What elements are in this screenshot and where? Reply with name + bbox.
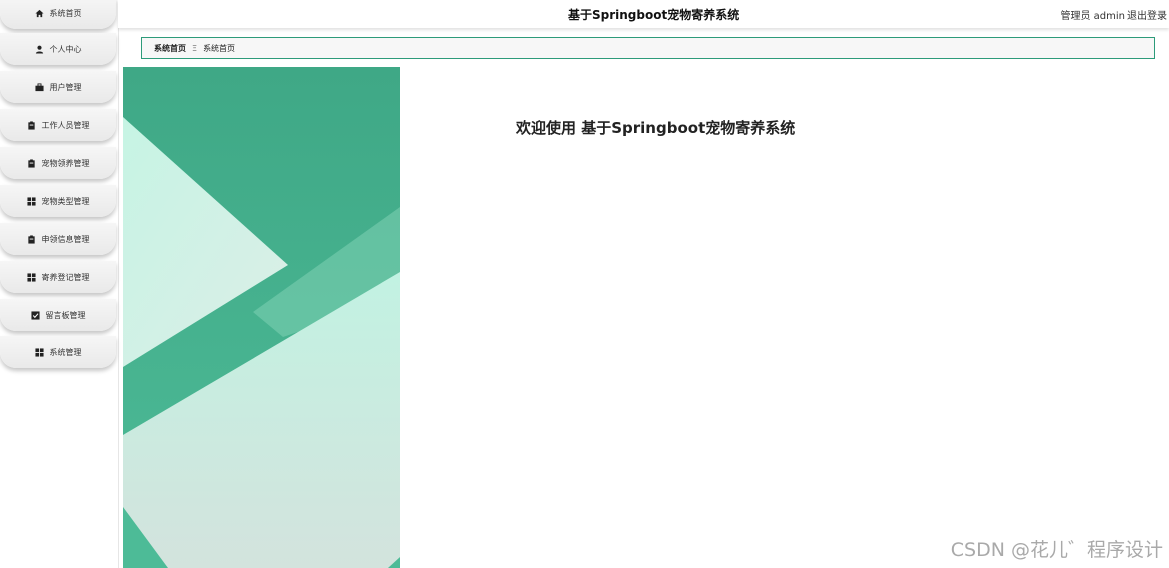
briefcase-icon	[34, 82, 44, 92]
sidebar-item-label: 系统管理	[49, 347, 82, 357]
breadcrumb: 系统首页 Ξ 系统首页	[141, 37, 1155, 59]
logout-link[interactable]: 退出登录	[1127, 7, 1167, 22]
sidebar-item-staff[interactable]: 工作人员管理	[0, 109, 116, 141]
sidebar-item-users[interactable]: 用户管理	[0, 71, 116, 103]
welcome-message: 欢迎使用 基于Springboot宠物寄养系统	[516, 119, 796, 137]
sidebar-item-label: 用户管理	[49, 82, 82, 92]
sidebar-item-messages[interactable]: 留言板管理	[0, 299, 116, 331]
grid-icon	[26, 196, 36, 206]
top-header: 基于Springboot宠物寄养系统 管理员 admin 退出登录	[118, 0, 1169, 28]
clipboard-icon	[27, 234, 36, 244]
sidebar-item-label: 个人中心	[49, 44, 82, 54]
sidebar: 系统首页 个人中心 用户管理 工作人员管理 宠物领养管理 宠物类型管理 申领信息…	[0, 0, 119, 568]
app-title: 基于Springboot宠物寄养系统	[568, 8, 740, 22]
breadcrumb-separator: Ξ	[192, 43, 198, 53]
sidebar-item-pet-type[interactable]: 宠物类型管理	[0, 185, 116, 217]
clipboard-icon	[27, 120, 36, 130]
grid-icon	[34, 347, 44, 357]
clipboard-icon	[27, 158, 36, 168]
sidebar-item-pet-adoption[interactable]: 宠物领养管理	[0, 147, 116, 179]
sidebar-item-label: 申领信息管理	[41, 234, 90, 244]
breadcrumb-current: 系统首页	[203, 43, 236, 53]
checkbox-icon	[30, 310, 40, 320]
sidebar-item-application[interactable]: 申领信息管理	[0, 223, 116, 255]
grid-icon	[26, 272, 36, 282]
sidebar-item-label: 宠物领养管理	[41, 158, 90, 168]
sidebar-item-label: 留言板管理	[45, 310, 86, 320]
current-user: 管理员 admin	[1060, 11, 1125, 22]
home-icon	[34, 9, 44, 18]
sidebar-item-label: 寄养登记管理	[41, 272, 90, 282]
sidebar-item-label: 工作人员管理	[41, 120, 90, 130]
sidebar-item-label: 系统首页	[49, 8, 82, 18]
sidebar-item-label: 宠物类型管理	[41, 196, 90, 206]
sidebar-item-system[interactable]: 系统管理	[0, 336, 116, 368]
decorative-banner	[123, 67, 400, 568]
breadcrumb-home[interactable]: 系统首页	[154, 43, 186, 54]
watermark: CSDN @花儿゛程序设计	[950, 539, 1163, 561]
sidebar-item-boarding[interactable]: 寄养登记管理	[0, 261, 116, 293]
sidebar-item-profile[interactable]: 个人中心	[0, 33, 116, 65]
sidebar-item-home[interactable]: 系统首页	[0, 0, 116, 29]
user-icon	[35, 45, 44, 54]
